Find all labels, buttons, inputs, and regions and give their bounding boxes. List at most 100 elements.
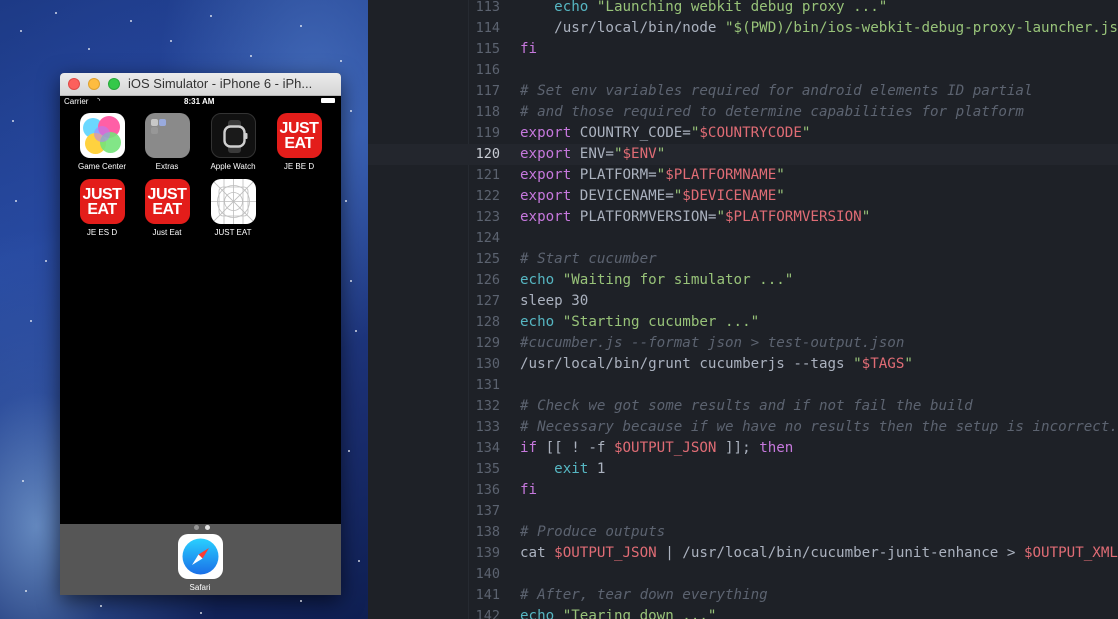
code-line[interactable]: 140 xyxy=(368,564,1118,585)
close-window-button[interactable] xyxy=(68,78,80,90)
code-line[interactable]: 120 export ENV="$ENV" xyxy=(368,144,1118,165)
line-number: 124 xyxy=(475,230,500,246)
code-text[interactable]: /usr/local/bin/grunt cucumberjs --tags "… xyxy=(520,354,913,375)
code-text[interactable]: # After, tear down everything xyxy=(520,585,768,606)
star-decoration xyxy=(250,55,252,57)
app-game-center[interactable]: Game Center xyxy=(72,113,132,171)
code-line[interactable]: 117 # Set env variables required for andr… xyxy=(368,81,1118,102)
app-apple-watch[interactable]: Apple Watch xyxy=(203,113,263,171)
battery-icon xyxy=(321,98,335,103)
code-line[interactable]: 115 fi xyxy=(368,39,1118,60)
code-line[interactable]: 129 #cucumber.js --format json > test-out… xyxy=(368,333,1118,354)
code-line[interactable]: 113 echo "Launching webkit debug proxy .… xyxy=(368,0,1118,18)
code-text[interactable]: echo "Waiting for simulator ..." xyxy=(520,270,793,291)
code-text[interactable]: /usr/local/bin/node "$(PWD)/bin/ios-webk… xyxy=(520,18,1118,39)
code-text[interactable]: fi xyxy=(520,480,537,501)
code-token: echo xyxy=(520,272,555,288)
code-token: cat xyxy=(520,545,555,561)
star-decoration xyxy=(88,48,90,50)
code-text[interactable]: exit 1 xyxy=(520,459,605,480)
code-text[interactable]: echo "Starting cucumber ..." xyxy=(520,312,759,333)
app-label: Apple Watch xyxy=(210,162,256,171)
code-text[interactable]: if [[ ! -f $OUTPUT_JSON ]]; then xyxy=(520,438,793,459)
line-number: 114 xyxy=(475,20,500,36)
line-number: 134 xyxy=(475,440,500,456)
line-number: 141 xyxy=(475,587,500,603)
code-token: # and those required to determine capabi… xyxy=(520,104,1024,120)
game-center-icon xyxy=(79,113,125,158)
logo-text-just: JUST xyxy=(279,120,319,137)
iphone-screen[interactable]: Carrier ◝ 8:31 AM Game Center Extras App… xyxy=(60,96,341,595)
code-line[interactable]: 135 exit 1 xyxy=(368,459,1118,480)
code-token: # Set env variables required for android… xyxy=(520,83,1033,99)
code-text[interactable]: # Start cucumber xyxy=(520,249,657,270)
window-titlebar[interactable]: iOS Simulator - iPhone 6 - iPh... xyxy=(60,73,341,96)
app-je-es-d[interactable]: JUST EAT JE ES D xyxy=(72,179,132,237)
code-line[interactable]: 142 echo "Tearing down ..." xyxy=(368,606,1118,619)
code-text[interactable]: fi xyxy=(520,39,537,60)
code-line[interactable]: 131 xyxy=(368,375,1118,396)
code-text[interactable]: # Check we got some results and if not f… xyxy=(520,396,973,417)
code-text[interactable]: # Produce outputs xyxy=(520,522,665,543)
app-just-eat-blank[interactable]: JUST EAT xyxy=(203,179,263,237)
code-text[interactable]: # Necessary because if we have no result… xyxy=(520,417,1118,438)
code-token: " xyxy=(801,125,811,141)
code-text[interactable]: export DEVICENAME="$DEVICENAME" xyxy=(520,186,785,207)
code-line[interactable]: 118 # and those required to determine cap… xyxy=(368,102,1118,123)
code-text[interactable]: cat $OUTPUT_JSON | /usr/local/bin/cucumb… xyxy=(520,543,1118,564)
extras-folder-icon xyxy=(144,113,190,158)
ios-simulator-window[interactable]: iOS Simulator - iPhone 6 - iPh... Carrie… xyxy=(60,73,341,595)
code-token: "Tearing down ..." xyxy=(562,608,717,619)
code-line[interactable]: 124 xyxy=(368,228,1118,249)
zoom-window-button[interactable] xyxy=(108,78,120,90)
code-token: " xyxy=(861,209,871,225)
app-extras-folder[interactable]: Extras xyxy=(137,113,197,171)
line-number: 122 xyxy=(475,188,500,204)
line-number: 132 xyxy=(475,398,500,414)
code-line[interactable]: 141 # After, tear down everything xyxy=(368,585,1118,606)
code-line[interactable]: 130/usr/local/bin/grunt cucumberjs --tag… xyxy=(368,354,1118,375)
code-text[interactable]: echo "Launching webkit debug proxy ..." xyxy=(520,0,887,18)
code-line[interactable]: 136 fi xyxy=(368,480,1118,501)
code-text[interactable]: #cucumber.js --format json > test-output… xyxy=(520,333,904,354)
code-line[interactable]: 138 # Produce outputs xyxy=(368,522,1118,543)
app-safari[interactable]: Safari xyxy=(170,534,230,592)
code-token: $OUTPUT_JSON xyxy=(613,440,717,456)
code-text[interactable]: sleep 30 xyxy=(520,291,588,312)
code-text[interactable]: # Set env variables required for android… xyxy=(520,81,1033,102)
code-text[interactable]: # and those required to determine capabi… xyxy=(520,102,1024,123)
code-line[interactable]: 123 export PLATFORMVERSION="$PLATFORMVERS… xyxy=(368,207,1118,228)
line-number: 133 xyxy=(475,419,500,435)
code-token: export xyxy=(520,146,572,162)
code-text[interactable]: export ENV="$ENV" xyxy=(520,144,665,165)
code-line[interactable]: 125 # Start cucumber xyxy=(368,249,1118,270)
code-line[interactable]: 133 # Necessary because if we have no res… xyxy=(368,417,1118,438)
code-line[interactable]: 127 sleep 30 xyxy=(368,291,1118,312)
minimize-window-button[interactable] xyxy=(88,78,100,90)
code-line[interactable]: 116 xyxy=(368,60,1118,81)
code-line[interactable]: 132 # Check we got some results and if no… xyxy=(368,396,1118,417)
code-text[interactable]: export COUNTRY_CODE="$COUNTRYCODE" xyxy=(520,123,810,144)
code-text[interactable]: echo "Tearing down ..." xyxy=(520,606,716,619)
code-line[interactable]: 128 echo "Starting cucumber ..." xyxy=(368,312,1118,333)
code-line[interactable]: 119 export COUNTRY_CODE="$COUNTRYCODE" xyxy=(368,123,1118,144)
code-line[interactable]: 134 if [[ ! -f $OUTPUT_JSON ]]; then xyxy=(368,438,1118,459)
app-je-be-d[interactable]: JUST EAT JE BE D xyxy=(269,113,329,171)
code-line[interactable]: 114 /usr/local/bin/node "$(PWD)/bin/ios-… xyxy=(368,18,1118,39)
code-line[interactable]: 121 export PLATFORM="$PLATFORMNAME" xyxy=(368,165,1118,186)
code-token: $COUNTRYCODE xyxy=(699,125,802,141)
code-text[interactable]: export PLATFORM="$PLATFORMNAME" xyxy=(520,165,785,186)
code-token: export xyxy=(520,209,572,225)
code-line[interactable]: 137 xyxy=(368,501,1118,522)
app-just-eat[interactable]: JUST EAT Just Eat xyxy=(137,179,197,237)
code-token: "$(PWD)/bin/ios-webkit-debug-proxy-launc… xyxy=(725,20,1118,36)
code-text[interactable]: export PLATFORMVERSION="$PLATFORMVERSION… xyxy=(520,207,870,228)
code-line[interactable]: 122 export DEVICENAME="$DEVICENAME" xyxy=(368,186,1118,207)
just-eat-icon: JUST EAT xyxy=(144,179,190,224)
code-editor[interactable]: 113 echo "Launching webkit debug proxy .… xyxy=(368,0,1118,619)
code-line[interactable]: 126 echo "Waiting for simulator ..." xyxy=(368,270,1118,291)
code-line[interactable]: 139 cat $OUTPUT_JSON | /usr/local/bin/cuc… xyxy=(368,543,1118,564)
